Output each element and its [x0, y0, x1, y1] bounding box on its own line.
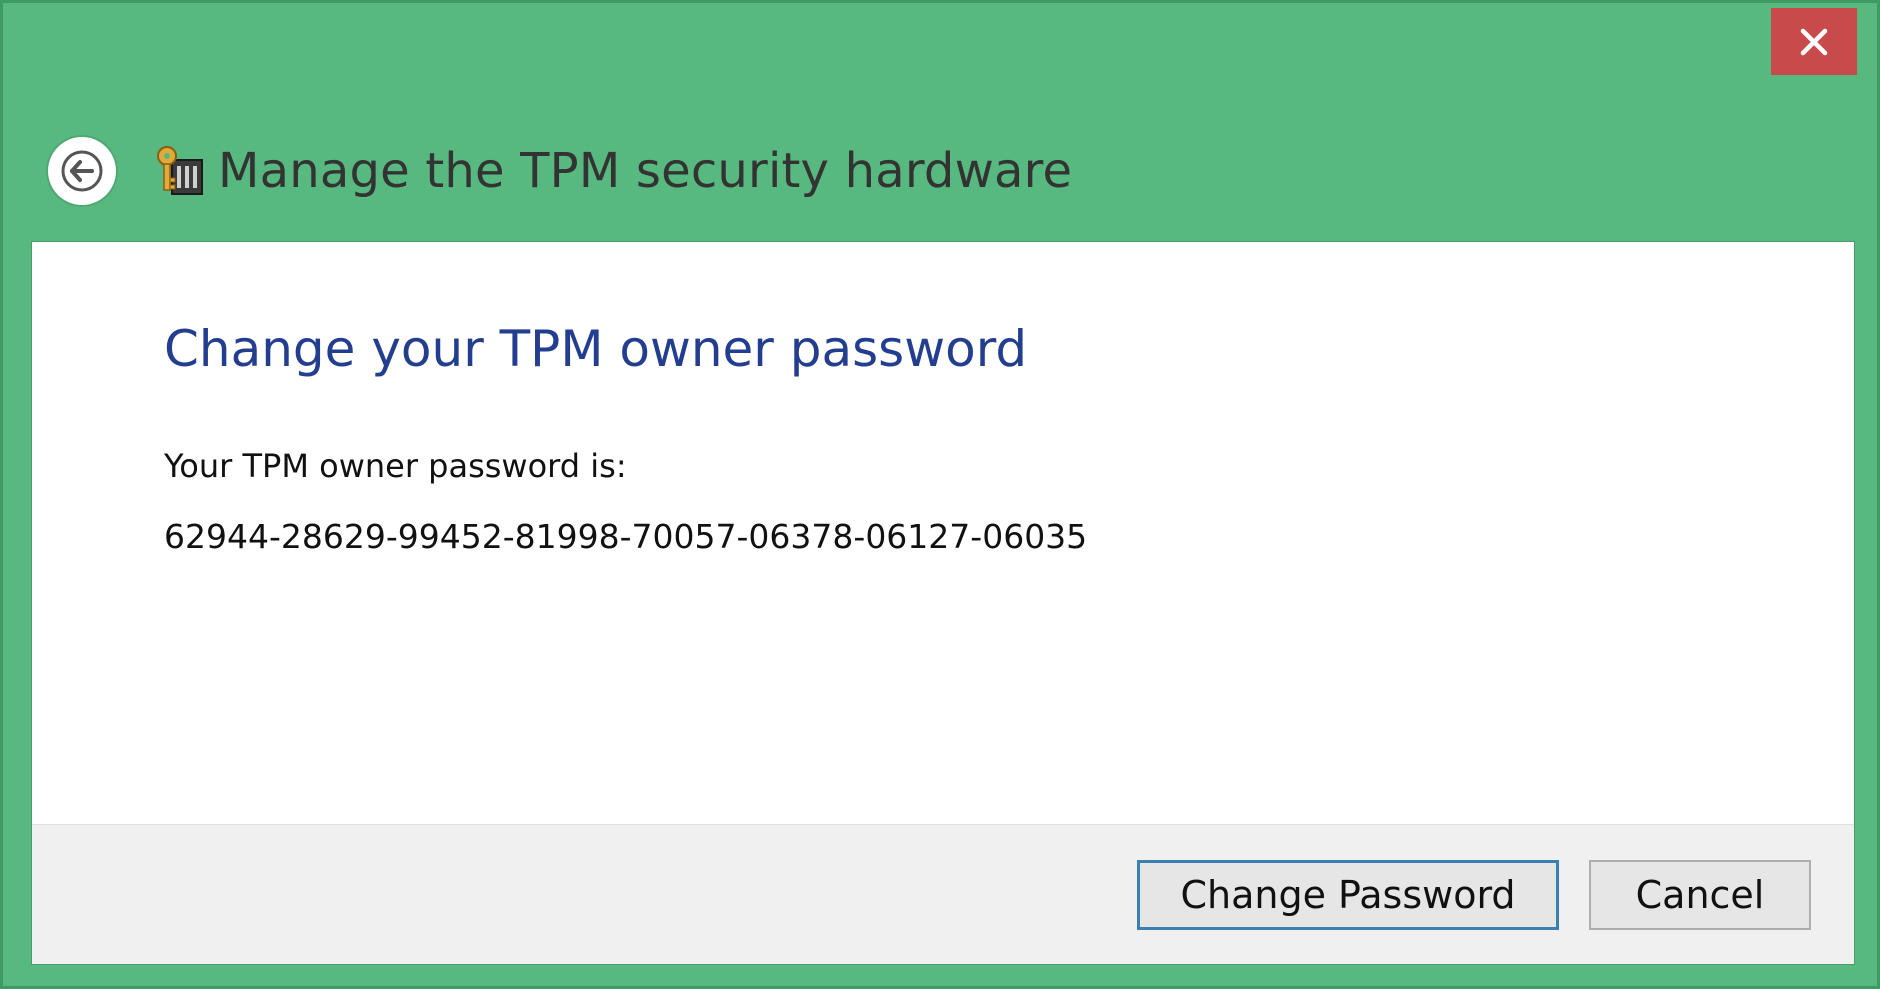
password-label: Your TPM owner password is:	[164, 447, 627, 485]
page-heading: Change your TPM owner password	[164, 320, 1028, 378]
close-icon	[1800, 28, 1828, 55]
window-title: Manage the TPM security hardware	[218, 143, 1073, 199]
owner-password-value: 62944-28629-99452-81998-70057-06378-0612…	[164, 517, 1088, 556]
back-button[interactable]	[48, 137, 116, 205]
dialog-footer: Change Password Cancel	[32, 824, 1854, 964]
close-button[interactable]	[1771, 8, 1857, 75]
tpm-key-icon	[154, 144, 206, 198]
tpm-dialog-window: Manage the TPM security hardware Change …	[0, 0, 1880, 989]
back-arrow-icon	[61, 150, 103, 192]
cancel-button[interactable]: Cancel	[1589, 860, 1811, 930]
change-password-button[interactable]: Change Password	[1137, 860, 1559, 930]
window-header: Manage the TPM security hardware	[48, 131, 1072, 211]
content-panel: Change your TPM owner password Your TPM …	[31, 241, 1855, 965]
